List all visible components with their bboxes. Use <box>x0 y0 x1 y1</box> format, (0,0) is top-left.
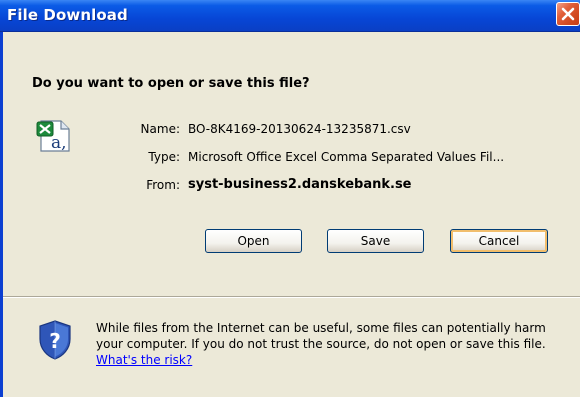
security-warning: While files from the Internet can be use… <box>96 320 571 368</box>
file-download-dialog: File Download Do you want to open or sav… <box>0 0 580 397</box>
cancel-button[interactable]: Cancel <box>450 229 548 253</box>
dialog-question: Do you want to open or save this file? <box>32 76 310 91</box>
dialog-body <box>3 32 580 296</box>
file-source-value: syst-business2.danskebank.se <box>188 177 412 192</box>
warning-message: While files from the Internet can be use… <box>96 321 546 351</box>
from-label: From: <box>146 178 180 192</box>
close-button[interactable] <box>556 2 580 26</box>
svg-text:?: ? <box>49 329 61 353</box>
file-type-value: Microsoft Office Excel Comma Separated V… <box>188 150 505 164</box>
save-button[interactable]: Save <box>327 229 424 253</box>
security-shield-icon: ? <box>36 319 74 365</box>
type-label: Type: <box>148 150 180 164</box>
whats-the-risk-link[interactable]: What's the risk? <box>96 353 192 367</box>
close-icon <box>561 7 575 21</box>
file-name-value: BO-8K4169-20130624-13235871.csv <box>188 122 411 136</box>
open-button[interactable]: Open <box>205 229 302 253</box>
name-label: Name: <box>140 122 180 136</box>
window-title: File Download <box>7 6 128 24</box>
title-bar[interactable]: File Download <box>0 0 580 32</box>
